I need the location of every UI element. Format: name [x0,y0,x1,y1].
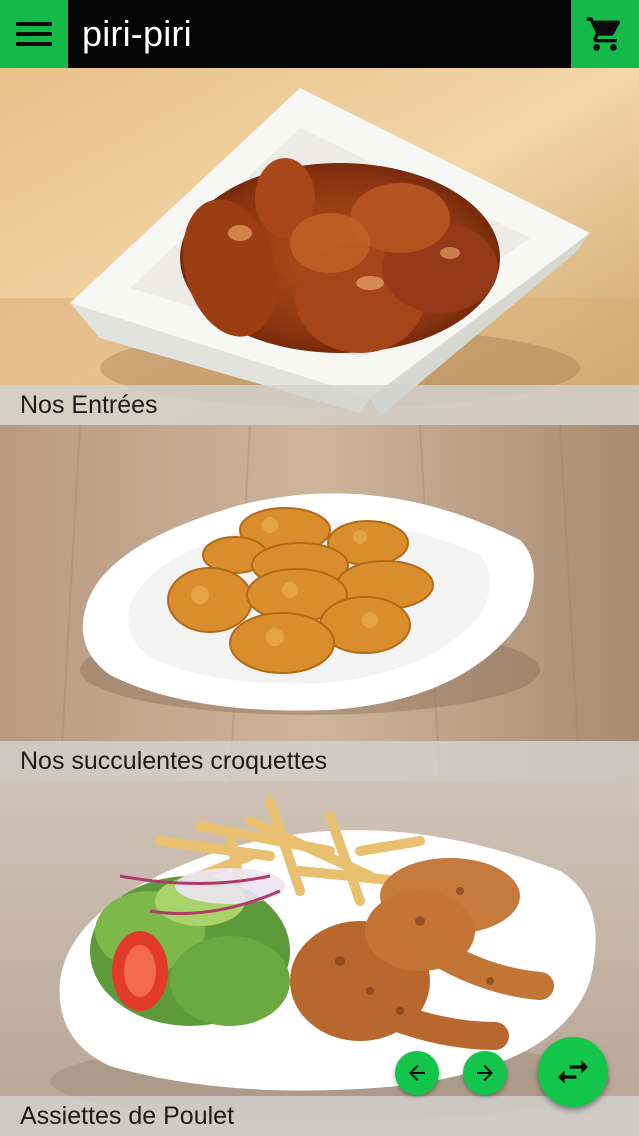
shopping-cart-icon [586,17,621,51]
chicken-wings-bowl-image [0,68,639,425]
category-card-croquettes[interactable]: Nos succulentes croquettes [0,425,639,781]
chicken-nuggets-plate-image [0,425,639,781]
app-title: piri-piri [82,13,192,54]
category-caption-bar: Nos succulentes croquettes [0,741,639,781]
category-card-entrees[interactable]: Nos Entrées [0,68,639,425]
hamburger-menu-icon [16,22,52,26]
arrow-right-icon [477,1065,493,1081]
category-label: Nos Entrées [20,390,158,419]
category-list: Nos Entrées Nos succulentes croquettes A… [0,68,639,1136]
top-app-bar: piri-piri [0,0,639,68]
category-label: Assiettes de Poulet [20,1101,235,1130]
category-label: Nos succulentes croquettes [20,746,328,775]
category-caption-bar: Nos Entrées [0,385,639,425]
next-button[interactable] [463,1051,507,1095]
swap-arrows-icon [558,1060,588,1084]
category-caption-bar: Assiettes de Poulet [0,1096,639,1136]
previous-button[interactable] [395,1051,439,1095]
swap-button[interactable] [538,1037,608,1107]
menu-button[interactable] [0,0,68,68]
arrow-left-icon [409,1065,425,1081]
cart-button[interactable] [571,0,639,68]
